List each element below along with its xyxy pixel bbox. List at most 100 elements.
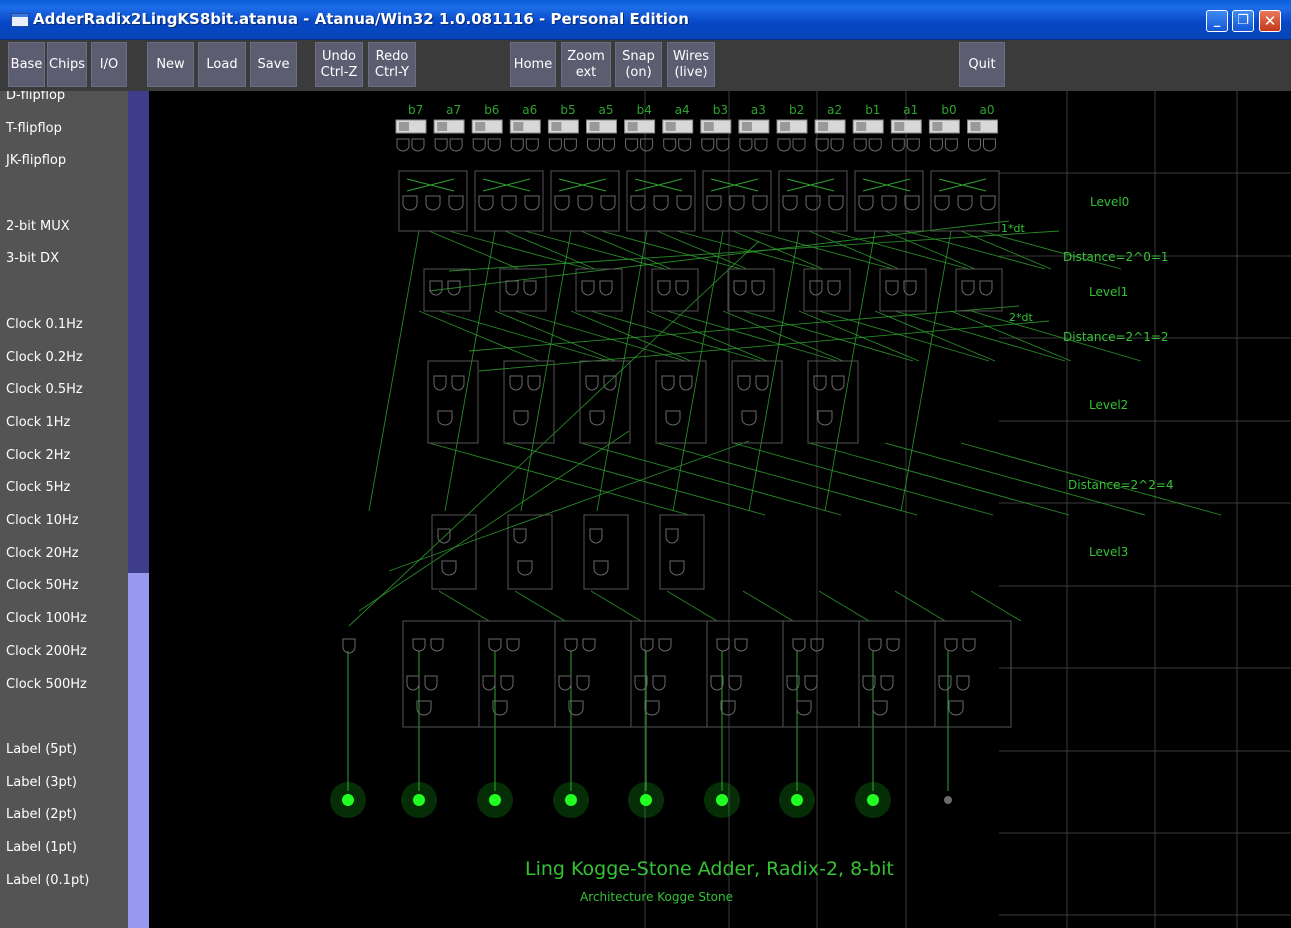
- palette-item-2bit-mux[interactable]: 2-bit MUX: [6, 219, 70, 234]
- palette-item-label-3pt[interactable]: Label (3pt): [6, 775, 77, 790]
- logic-gate: [430, 638, 444, 652]
- input-label: b2: [789, 103, 804, 117]
- logic-gate: [412, 638, 426, 652]
- logic-gate: [792, 138, 806, 152]
- wire: [742, 310, 914, 362]
- logic-gate: [589, 528, 603, 544]
- logic-gate: [658, 638, 672, 652]
- palette-item-clock-0-2hz[interactable]: Clock 0.2Hz: [6, 350, 83, 365]
- palette-item-t-flipflop[interactable]: T-flipflop: [6, 121, 62, 136]
- base-button[interactable]: Base: [8, 42, 45, 87]
- circuit-subtitle: Architecture Kogge Stone: [580, 890, 733, 904]
- input-label: b0: [941, 103, 956, 117]
- level0-label: Level0: [1090, 195, 1129, 209]
- logic-gate: [501, 195, 517, 211]
- palette-item-clock-5hz[interactable]: Clock 5Hz: [6, 480, 70, 495]
- logic-gate: [979, 280, 993, 296]
- output-led: [867, 794, 879, 806]
- logic-gate: [968, 138, 981, 152]
- wire: [428, 442, 690, 516]
- delay-1dt-label: 1*dt: [1001, 222, 1025, 235]
- output-led: [640, 794, 652, 806]
- canvas-grid: [644, 91, 1291, 928]
- palette-item-clock-2hz[interactable]: Clock 2Hz: [6, 448, 70, 463]
- logic-gate: [956, 675, 970, 691]
- module-box: [655, 360, 707, 444]
- maximize-button[interactable]: ❐: [1232, 10, 1254, 32]
- undo-button[interactable]: Undo Ctrl-Z: [315, 42, 363, 87]
- logic-gate: [904, 195, 920, 211]
- toggle-knob: [475, 122, 486, 131]
- logic-gate: [406, 675, 420, 691]
- zoom-ext-button[interactable]: Zoom ext: [561, 42, 611, 87]
- quit-button[interactable]: Quit: [959, 42, 1005, 87]
- palette-item-clock-200hz[interactable]: Clock 200Hz: [6, 644, 87, 659]
- logic-gate: [653, 195, 669, 211]
- wire: [514, 310, 686, 362]
- logic-gate: [548, 138, 562, 152]
- logic-gate: [449, 138, 463, 152]
- load-button[interactable]: Load: [198, 42, 246, 87]
- palette-item-clock-0-1hz[interactable]: Clock 0.1Hz: [6, 317, 83, 332]
- module-box: [583, 514, 629, 590]
- logic-gate: [640, 138, 654, 152]
- toggle-knob: [780, 122, 790, 131]
- logic-gate: [665, 528, 679, 544]
- palette-item-clock-50hz[interactable]: Clock 50Hz: [6, 578, 79, 593]
- input-label: b4: [637, 103, 652, 117]
- logic-gate: [720, 700, 736, 716]
- close-button[interactable]: ✕: [1259, 10, 1281, 32]
- logic-gate: [482, 675, 496, 691]
- logic-gate: [625, 138, 639, 152]
- palette-item-clock-0-5hz[interactable]: Clock 0.5Hz: [6, 382, 83, 397]
- input-label: b3: [713, 103, 728, 117]
- logic-gate: [652, 675, 666, 691]
- new-button[interactable]: New: [147, 42, 194, 87]
- level1-label: Level1: [1089, 285, 1128, 299]
- palette-item-clock-20hz[interactable]: Clock 20Hz: [6, 546, 79, 561]
- input-label: a2: [827, 103, 842, 117]
- minimize-button[interactable]: _: [1206, 10, 1228, 32]
- io-button[interactable]: I/O: [91, 42, 127, 87]
- palette-item-label-2pt[interactable]: Label (2pt): [6, 807, 77, 822]
- palette-item-clock-500hz[interactable]: Clock 500Hz: [6, 677, 87, 692]
- logic-gate: [734, 638, 748, 652]
- logic-gate: [525, 138, 539, 152]
- logic-gate: [881, 195, 897, 211]
- logic-gate: [451, 375, 465, 391]
- palette-item-label-5pt[interactable]: Label (5pt): [6, 742, 77, 757]
- module-box: [427, 360, 479, 444]
- logic-gate: [593, 560, 609, 576]
- chips-button[interactable]: Chips: [47, 42, 87, 87]
- toggle-knob: [627, 122, 638, 131]
- home-button[interactable]: Home: [510, 42, 556, 87]
- logic-gate: [527, 375, 541, 391]
- logic-gate: [752, 195, 768, 211]
- redo-button[interactable]: Redo Ctrl-Y: [368, 42, 416, 87]
- palette-item-label-1pt[interactable]: Label (1pt): [6, 840, 77, 855]
- logic-gate: [934, 195, 950, 211]
- module-box: [955, 268, 1003, 312]
- logic-gate: [513, 528, 527, 544]
- snap-button[interactable]: Snap (on): [615, 42, 662, 87]
- wire: [894, 310, 1066, 362]
- palette-item-clock-100hz[interactable]: Clock 100Hz: [6, 611, 87, 626]
- palette-item-d-flipflop[interactable]: D-flipflop: [6, 91, 65, 103]
- palette-scrollbar-thumb[interactable]: [128, 573, 149, 928]
- palette-item-3bit-dx[interactable]: 3-bit DX: [6, 251, 59, 266]
- circuit-canvas[interactable]: b7 a7 b6 a6 b5 a5 b4 a4 b3 a3 b2 a2 b1 a1 b0 a0 Level0 …: [149, 91, 1291, 928]
- wires-button[interactable]: Wires (live): [667, 42, 715, 87]
- save-button[interactable]: Save: [250, 42, 297, 87]
- logic-gate: [777, 138, 791, 152]
- wire: [742, 590, 794, 622]
- input-label: a1: [903, 103, 918, 117]
- palette-item-jk-flipflop[interactable]: JK-flipflop: [6, 153, 66, 168]
- wire: [504, 442, 766, 516]
- palette-item-clock-1hz[interactable]: Clock 1Hz: [6, 415, 70, 430]
- input-label: a4: [675, 103, 690, 117]
- logic-gate: [676, 195, 692, 211]
- logic-gate: [603, 375, 617, 391]
- palette-item-clock-10hz[interactable]: Clock 10Hz: [6, 513, 79, 528]
- logic-gate: [858, 195, 874, 211]
- palette-item-label-0-1pt[interactable]: Label (0.1pt): [6, 873, 89, 888]
